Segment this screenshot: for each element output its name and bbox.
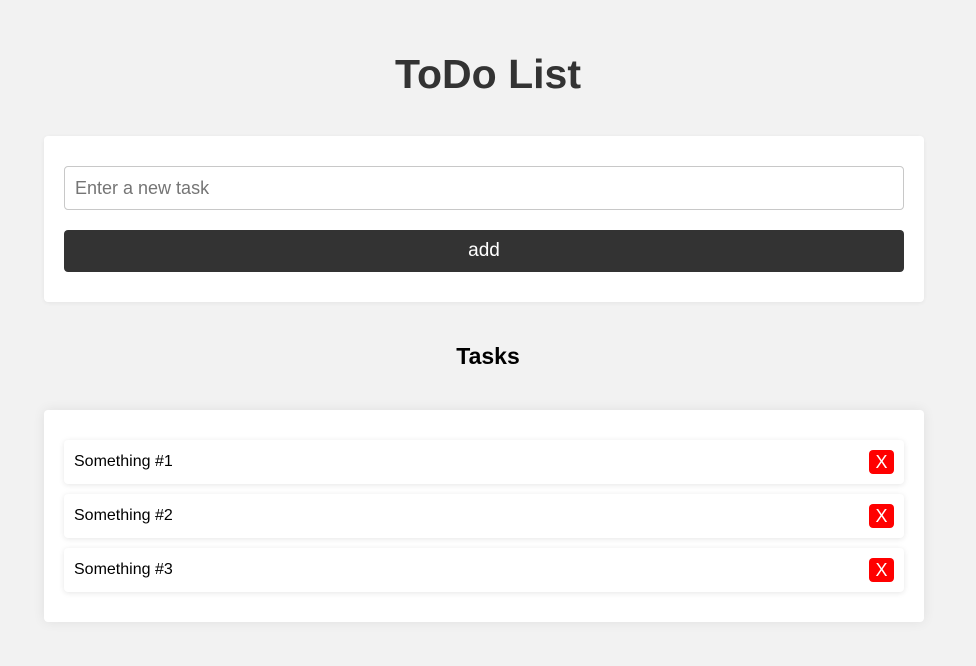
add-task-button[interactable]: add <box>64 230 904 272</box>
page-title: ToDo List <box>395 51 581 97</box>
task-item: Something #3 X <box>64 548 904 592</box>
new-task-input[interactable] <box>64 166 904 210</box>
delete-task-button[interactable]: X <box>869 504 894 528</box>
tasks-heading: Tasks <box>456 343 520 369</box>
task-item: Something #1 X <box>64 440 904 484</box>
task-text: Something #1 <box>74 453 173 470</box>
task-text: Something #3 <box>74 561 173 578</box>
task-item: Something #2 X <box>64 494 904 538</box>
delete-task-button[interactable]: X <box>869 450 894 474</box>
task-input-card: add <box>44 136 924 302</box>
task-list: Something #1 X Something #2 X Something … <box>44 410 924 622</box>
delete-task-button[interactable]: X <box>869 558 894 582</box>
task-text: Something #2 <box>74 507 173 524</box>
